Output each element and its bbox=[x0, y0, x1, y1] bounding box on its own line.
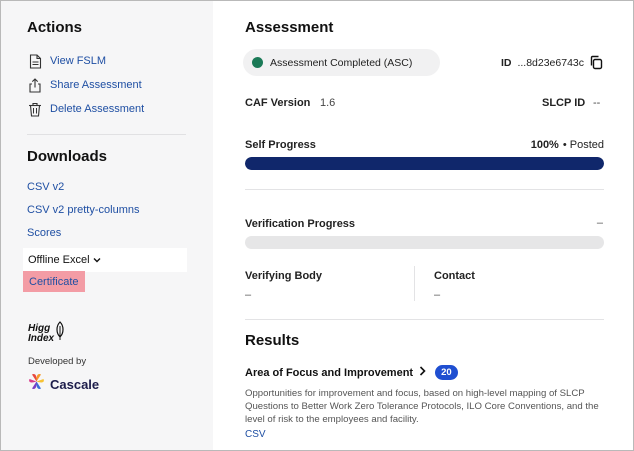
divider bbox=[245, 189, 604, 190]
verification-progress-value: – bbox=[596, 217, 603, 229]
column-divider bbox=[414, 266, 415, 301]
verification-progress-bar bbox=[245, 236, 604, 249]
status-text: Assessment Completed (ASC) bbox=[270, 56, 413, 69]
slcp-id-label: SLCP ID bbox=[542, 97, 586, 109]
actions-title: Actions bbox=[27, 19, 83, 36]
leaf-icon bbox=[55, 321, 65, 346]
id-label: ID bbox=[500, 56, 512, 69]
developed-by-text: Developed by bbox=[28, 356, 87, 367]
cascale-wordmark: Cascale bbox=[50, 376, 100, 392]
caf-version-value: 1.6 bbox=[320, 97, 336, 109]
assessment-id: ID ...8d23e6743c bbox=[501, 55, 603, 70]
app-window: Actions View FSLM Share Assessment Delet… bbox=[0, 0, 634, 451]
status-badge: Assessment Completed (ASC) bbox=[243, 49, 440, 76]
area-of-focus-label: Area of Focus and Improvement bbox=[245, 366, 414, 379]
area-count-badge: 20 bbox=[435, 365, 458, 380]
higg-index-logo: Higg Index bbox=[28, 321, 65, 346]
chevron-down-icon bbox=[93, 255, 101, 265]
contact-label: Contact bbox=[434, 270, 475, 282]
delete-assessment-label: Delete Assessment bbox=[50, 103, 145, 115]
self-progress-bar bbox=[245, 157, 604, 170]
certificate-link[interactable]: Certificate bbox=[23, 271, 85, 292]
verifying-body-value: – bbox=[245, 289, 252, 301]
assessment-title: Assessment bbox=[245, 19, 334, 36]
area-description: Opportunities for improvement and focus,… bbox=[245, 388, 599, 425]
document-icon bbox=[27, 53, 43, 69]
caf-version-label: CAF Version bbox=[245, 97, 311, 109]
chevron-right-icon bbox=[419, 366, 426, 379]
trash-icon bbox=[27, 101, 43, 117]
downloads-title: Downloads bbox=[27, 148, 108, 165]
divider bbox=[245, 319, 604, 320]
sidebar: Actions View FSLM Share Assessment Delet… bbox=[1, 1, 213, 450]
cascale-mark-icon bbox=[28, 373, 45, 395]
higg-logo-line1: Higg bbox=[28, 322, 51, 334]
self-progress-summary: 100% • Posted bbox=[531, 139, 604, 151]
view-fslm-label: View FSLM bbox=[50, 55, 107, 67]
share-assessment-label: Share Assessment bbox=[50, 79, 142, 91]
offline-excel-label: Offline Excel bbox=[28, 254, 90, 266]
verification-progress-label: Verification Progress bbox=[245, 218, 356, 230]
status-dot bbox=[252, 57, 263, 68]
download-csv-v2-pretty[interactable]: CSV v2 pretty-columns bbox=[27, 204, 139, 216]
self-progress-fill bbox=[245, 157, 604, 170]
sidebar-divider bbox=[27, 134, 186, 135]
delete-assessment-link[interactable]: Delete Assessment bbox=[27, 101, 144, 117]
area-of-focus-link[interactable]: Area of Focus and Improvement 20 bbox=[245, 365, 458, 380]
contact-value: – bbox=[434, 289, 441, 301]
self-progress-value: 100% bbox=[530, 139, 559, 151]
share-assessment-link[interactable]: Share Assessment bbox=[27, 77, 142, 93]
results-title: Results bbox=[245, 332, 300, 349]
self-progress-status: • Posted bbox=[562, 139, 604, 151]
slcp-id-value: -- bbox=[593, 97, 601, 109]
self-progress-label: Self Progress bbox=[245, 139, 316, 151]
view-fslm-link[interactable]: View FSLM bbox=[27, 53, 106, 69]
share-icon bbox=[27, 77, 43, 93]
download-scores[interactable]: Scores bbox=[27, 227, 61, 239]
offline-excel-dropdown[interactable]: Offline Excel bbox=[23, 248, 187, 272]
id-value: ...8d23e6743c bbox=[517, 56, 584, 69]
verifying-body-label: Verifying Body bbox=[245, 270, 323, 282]
copy-icon[interactable] bbox=[589, 55, 603, 70]
cascale-logo: Cascale bbox=[28, 373, 99, 395]
download-csv-v2[interactable]: CSV v2 bbox=[27, 181, 64, 193]
results-csv-link[interactable]: CSV bbox=[245, 429, 266, 440]
higg-logo-line2: Index bbox=[28, 332, 55, 344]
main-panel: Assessment Assessment Completed (ASC) ID… bbox=[213, 1, 633, 450]
